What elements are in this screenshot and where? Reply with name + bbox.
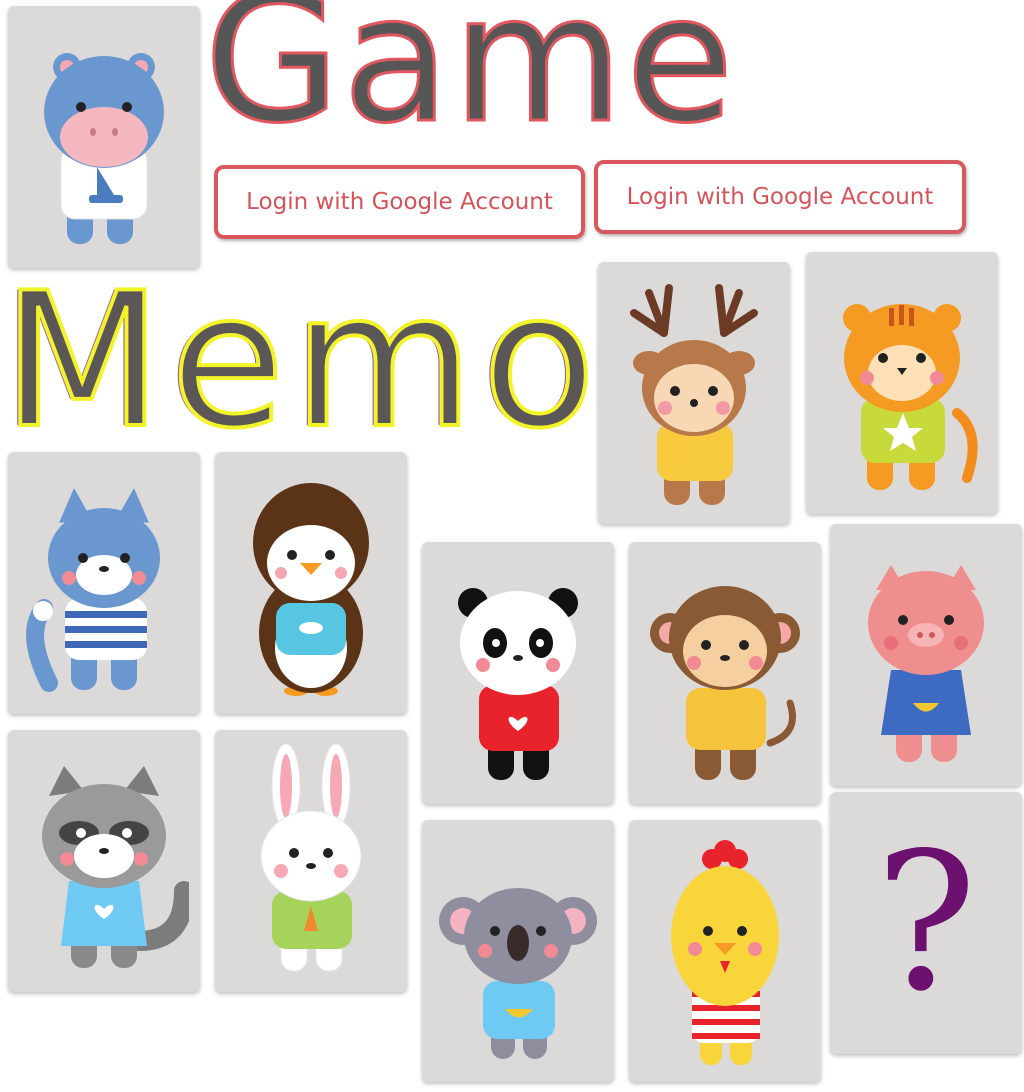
- cat-icon: [26, 488, 160, 692]
- question-mark-icon: ?: [875, 812, 977, 1033]
- deer-icon: [630, 284, 758, 505]
- card-tiger[interactable]: [806, 252, 998, 514]
- chick-icon: [671, 840, 779, 1065]
- card-pig[interactable]: [830, 524, 1022, 786]
- google-login-button[interactable]: Login with Google Account: [214, 165, 585, 239]
- rabbit-icon: [260, 743, 362, 972]
- card-cat[interactable]: [8, 452, 200, 714]
- card-panda[interactable]: [422, 542, 614, 804]
- memo-title: Memo: [0, 252, 604, 469]
- card-monkey[interactable]: [629, 542, 821, 804]
- penguin-icon: [253, 483, 369, 696]
- tiger-icon: [843, 304, 978, 490]
- pig-icon: [868, 565, 984, 762]
- raccoon-icon: [42, 766, 189, 968]
- card-raccoon[interactable]: [8, 730, 200, 992]
- google-login-button-secondary[interactable]: Login with Google Account: [594, 160, 966, 234]
- game-title: Game: [203, 0, 736, 162]
- monkey-icon: [650, 586, 800, 780]
- panda-icon: [458, 588, 578, 780]
- card-chick[interactable]: [629, 820, 821, 1082]
- card-hippo[interactable]: [8, 6, 200, 268]
- card-deer[interactable]: [598, 262, 790, 524]
- hippo-icon: [44, 53, 164, 244]
- card-rabbit[interactable]: [215, 730, 407, 992]
- card-koala[interactable]: [422, 820, 614, 1082]
- koala-icon: [439, 888, 597, 1059]
- card-penguin[interactable]: [215, 452, 407, 714]
- card-hidden[interactable]: ?: [830, 792, 1022, 1054]
